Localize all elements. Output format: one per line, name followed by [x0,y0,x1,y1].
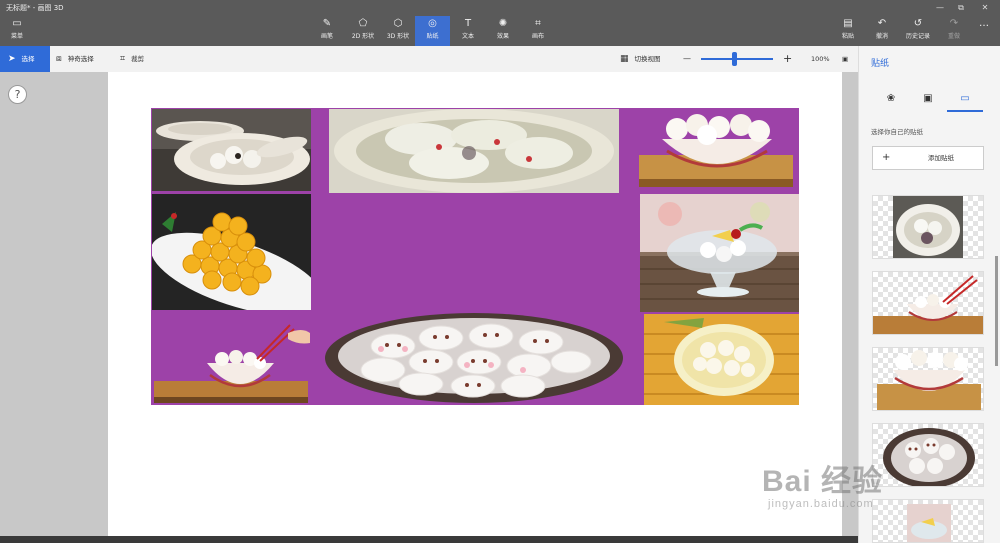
sticker-cute-tangyuan-plate[interactable] [323,312,625,405]
tool-2d-shapes[interactable]: ⬠ 2D 形状 [345,16,381,46]
redo-icon: ↷ [949,18,959,29]
plates-image [152,109,311,191]
history-icon: ↺ [913,18,923,29]
sticker-thumb-image [883,428,975,486]
undo-button[interactable]: ↶ 撤消 [868,16,896,46]
image-view-icon[interactable]: ▣ [842,46,848,72]
panel-scrollbar[interactable] [995,256,998,366]
folder-icon: ▭ [960,93,970,104]
switch-view-button[interactable]: ▦ 切换视图 [620,46,661,72]
drawing-canvas[interactable] [108,72,842,536]
fried-balls-image [152,194,311,310]
sticker-thumb-image [907,504,951,542]
3d-shapes-icon: ⬡ [393,18,403,29]
more-icon: … [979,18,989,29]
top-toolbar: 无标题* - 画图 3D — ⧉ ✕ ▭ 菜单 ✎ 画笔 ⬠ 2D 形状 ⬡ 3… [0,0,1000,46]
tool-brushes[interactable]: ✎ 画笔 [311,16,343,46]
text-icon: T [464,18,472,29]
zoom-level: 100% [811,55,830,63]
status-bar [0,536,858,543]
sticker-thumbnail[interactable] [872,347,984,411]
plus-icon: + [882,152,891,163]
tool-effects[interactable]: ✺ 效果 [487,16,519,46]
sticker-thumbnail[interactable] [872,499,984,543]
sticker-bowl-chopsticks[interactable] [152,313,311,405]
paste-button[interactable]: ▤ 粘贴 [834,16,862,46]
cursor-icon: ➤ [8,54,16,64]
chopsticks-bowl-image [154,324,310,403]
sticker-tangyuan-bowl[interactable] [637,109,797,191]
sticker-thumbnail[interactable] [872,195,984,259]
crop-icon: ⌗ [120,54,126,64]
sticker-thumb-image [877,350,981,410]
panel-title: 贴纸 [871,59,890,69]
photo-glass-bowl-dessert[interactable] [640,194,799,312]
photo-fried-sesame-balls[interactable] [152,194,311,310]
menu-button[interactable]: ▭ 菜单 [2,16,32,46]
cute-plate-image [325,313,623,403]
panel-subtitle: 选择你自己的贴纸 [871,128,923,136]
magic-select-button[interactable]: ⧈ 神奇选择 [56,46,94,72]
sticker-icon: ◎ [428,18,437,29]
magic-select-icon: ⧈ [56,54,62,64]
tool-3d-shapes[interactable]: ⬡ 3D 形状 [382,16,414,46]
grid-icon: ▦ [620,54,629,64]
tab-sticker-shapes[interactable]: ❀ [873,86,909,112]
tool-text[interactable]: T 文本 [452,16,484,46]
close-button[interactable]: ✕ [975,2,995,14]
window-title: 无标题* - 画图 3D [6,4,64,12]
sticker-thumbnail[interactable] [872,423,984,487]
bowl-closeup-image [329,109,619,193]
photo-yellow-bowl-tangyuan[interactable] [644,314,799,405]
yellow-bowl-image [644,314,799,405]
photo-tangyuan-plates[interactable] [152,109,311,191]
glass-bowl-image [640,194,799,312]
add-sticker-button[interactable]: + 添加贴纸 [872,146,984,170]
undo-icon: ↶ [877,18,887,29]
tool-canvas[interactable]: ⌗ 画布 [522,16,554,46]
crop-button[interactable]: ⌗ 裁剪 [120,46,144,72]
sticker-thumb-image [873,275,983,334]
sticker-thumbnail[interactable] [872,271,984,335]
zoom-in-button[interactable]: + [783,46,792,72]
image-composition[interactable] [151,108,799,405]
photo-tangyuan-bowl-closeup[interactable] [329,109,619,193]
tab-textures[interactable]: ▣ [910,86,946,112]
history-button[interactable]: ↺ 历史记录 [900,16,936,46]
layers-icon: ▣ [923,93,933,104]
sticker-thumb-image [893,196,963,258]
brush-icon: ✎ [322,18,332,29]
select-button[interactable]: ➤ 选择 [0,46,50,72]
bowl-sticker-image [639,114,793,187]
zoom-slider-thumb[interactable] [732,52,738,66]
paste-icon: ▤ [843,18,853,29]
tab-custom-stickers[interactable]: ▭ [947,86,983,112]
redo-button[interactable]: ↷ 重做 [940,16,968,46]
stickers-panel: 贴纸 ❀ ▣ ▭ 选择你自己的贴纸 + 添加贴纸 [858,46,1000,543]
canvas-icon: ⌗ [535,18,541,29]
maximize-button[interactable]: ⧉ [951,2,971,14]
palette-icon: ❀ [886,93,896,104]
help-button[interactable]: ? [8,85,27,104]
effects-icon: ✺ [498,18,508,29]
minimize-button[interactable]: — [930,2,950,14]
selection-toolbar: ➤ 选择 ⧈ 神奇选择 ⌗ 裁剪 ▦ 切换视图 — + 100% ▣ [0,46,858,72]
2d-shapes-icon: ⬠ [358,18,368,29]
tool-stickers[interactable]: ◎ 贴纸 [415,16,450,46]
folder-icon: ▭ [12,18,22,29]
zoom-out-button[interactable]: — [683,46,691,72]
more-button[interactable]: … [972,16,996,46]
